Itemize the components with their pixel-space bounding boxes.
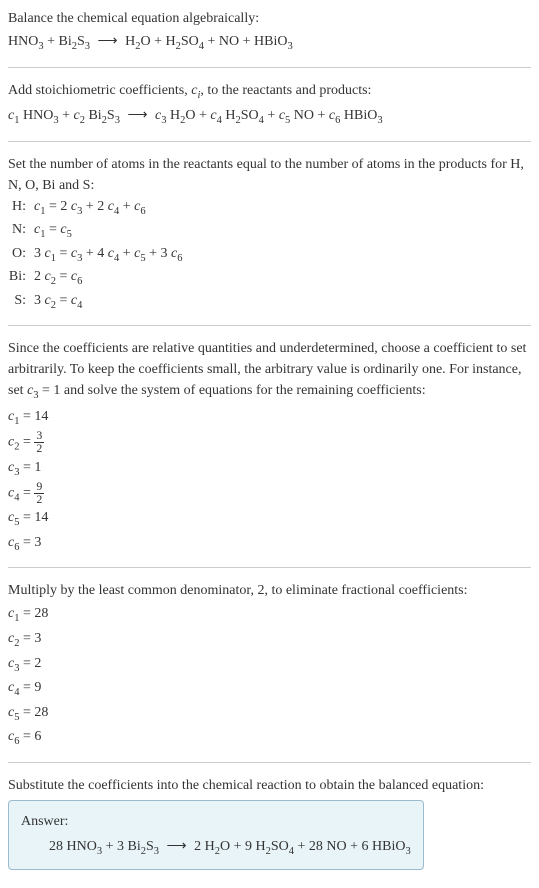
atom-equation: c1 = c5 xyxy=(34,219,72,243)
atom-equation: 3 c1 = c3 + 4 c4 + c5 + 3 c6 xyxy=(34,243,182,267)
step3-section: Since the coefficients are relative quan… xyxy=(8,338,531,555)
step3-coefficients: c1 = 14 c2 = 32 c3 = 1 c4 = 92 c5 = 14 c… xyxy=(8,406,531,556)
atom-row-o: O: 3 c1 = c3 + 4 c4 + c5 + 3 c6 xyxy=(8,243,531,267)
divider xyxy=(8,325,531,326)
step4-section: Multiply by the least common denominator… xyxy=(8,580,531,749)
atom-label: O: xyxy=(8,243,34,264)
step1-equation: c1 HNO3 + c2 Bi2S3 ⟶ c3 H2O + c4 H2SO4 +… xyxy=(8,105,531,129)
final-section: Substitute the coefficients into the che… xyxy=(8,775,531,871)
answer-label: Answer: xyxy=(21,811,411,832)
coef-c5: c5 = 28 xyxy=(8,702,531,726)
coef-c3: c3 = 2 xyxy=(8,653,531,677)
intro-text: Balance the chemical equation algebraica… xyxy=(8,8,531,29)
coef-c2: c2 = 3 xyxy=(8,628,531,652)
atom-row-bi: Bi: 2 c2 = c6 xyxy=(8,266,531,290)
divider xyxy=(8,141,531,142)
final-text: Substitute the coefficients into the che… xyxy=(8,775,531,796)
coef-c2: c2 = 32 xyxy=(8,430,531,455)
intro-section: Balance the chemical equation algebraica… xyxy=(8,8,531,55)
answer-box: Answer: 28 HNO3 + 3 Bi2S3 ⟶ 2 H2O + 9 H2… xyxy=(8,800,424,871)
coef-c4: c4 = 92 xyxy=(8,481,531,506)
answer-equation: 28 HNO3 + 3 Bi2S3 ⟶ 2 H2O + 9 H2SO4 + 28… xyxy=(21,836,411,860)
intro-equation: HNO3 + Bi2S3 ⟶ H2O + H2SO4 + NO + HBiO3 xyxy=(8,31,531,55)
step2-text: Set the number of atoms in the reactants… xyxy=(8,154,531,196)
step2-section: Set the number of atoms in the reactants… xyxy=(8,154,531,314)
step4-coefficients: c1 = 28 c2 = 3 c3 = 2 c4 = 9 c5 = 28 c6 … xyxy=(8,603,531,749)
coef-c1: c1 = 28 xyxy=(8,603,531,627)
step4-text: Multiply by the least common denominator… xyxy=(8,580,531,601)
divider xyxy=(8,762,531,763)
coef-c6: c6 = 6 xyxy=(8,726,531,750)
atom-label: S: xyxy=(8,290,34,311)
atom-label: Bi: xyxy=(8,266,34,287)
coef-c5: c5 = 14 xyxy=(8,507,531,531)
atom-row-h: H: c1 = 2 c3 + 2 c4 + c6 xyxy=(8,196,531,220)
coef-c1: c1 = 14 xyxy=(8,406,531,430)
atom-label: N: xyxy=(8,219,34,240)
coef-c4: c4 = 9 xyxy=(8,677,531,701)
divider xyxy=(8,67,531,68)
atom-equation: 3 c2 = c4 xyxy=(34,290,82,314)
divider xyxy=(8,567,531,568)
atom-label: H: xyxy=(8,196,34,217)
step3-text: Since the coefficients are relative quan… xyxy=(8,338,531,404)
atom-equation: c1 = 2 c3 + 2 c4 + c6 xyxy=(34,196,146,220)
step1-text: Add stoichiometric coefficients, ci, to … xyxy=(8,80,531,104)
atom-equations-table: H: c1 = 2 c3 + 2 c4 + c6 N: c1 = c5 O: 3… xyxy=(8,196,531,314)
atom-equation: 2 c2 = c6 xyxy=(34,266,82,290)
coef-c3: c3 = 1 xyxy=(8,457,531,481)
atom-row-s: S: 3 c2 = c4 xyxy=(8,290,531,314)
step1-section: Add stoichiometric coefficients, ci, to … xyxy=(8,80,531,129)
coef-c6: c6 = 3 xyxy=(8,532,531,556)
atom-row-n: N: c1 = c5 xyxy=(8,219,531,243)
